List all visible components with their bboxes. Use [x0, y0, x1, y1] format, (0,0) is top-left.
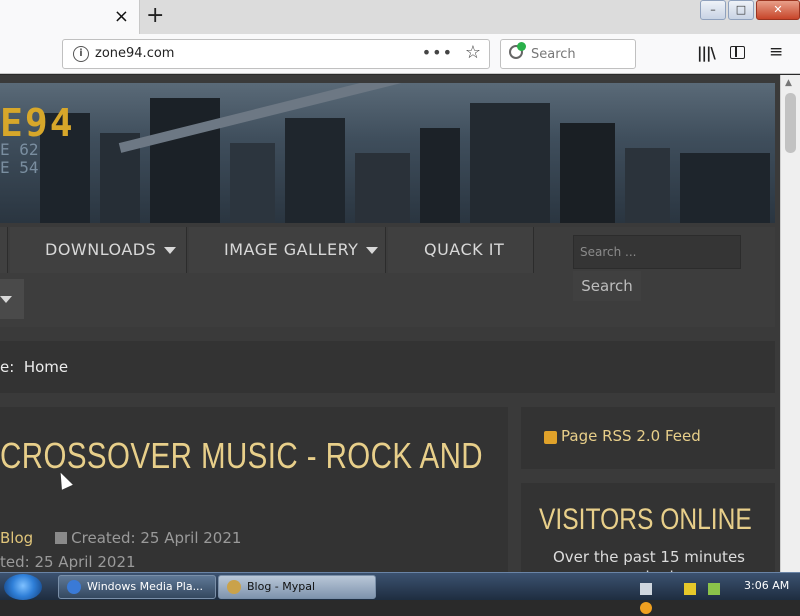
logo-sub-1: E 62: [0, 140, 39, 159]
nav-item-more[interactable]: [0, 279, 24, 319]
site-search-button[interactable]: Search: [573, 271, 641, 301]
site-nav: DOWNLOADS IMAGE GALLERY QUACK IT Search …: [0, 227, 775, 327]
url-bar[interactable]: i zone94.com ••• ☆: [62, 39, 490, 69]
page-actions-icon[interactable]: •••: [422, 43, 453, 62]
taskbar-item-browser[interactable]: Blog - Mypal: [218, 575, 376, 599]
breadcrumb-home[interactable]: Home: [24, 358, 68, 376]
nav-item-label: DOWNLOADS: [45, 240, 157, 259]
dropdown-caret-icon: [0, 296, 12, 303]
visitors-title: VISITORS ONLINE: [539, 503, 752, 536]
search-engine-icon: [509, 42, 526, 59]
browser-search-field[interactable]: Search: [500, 39, 636, 69]
search-tray-icon[interactable]: [640, 601, 652, 614]
nav-item-label: IMAGE GALLERY: [224, 240, 359, 259]
rss-feed-link[interactable]: Page RSS 2.0 Feed: [561, 427, 701, 445]
dropdown-caret-icon: [164, 247, 177, 254]
breadcrumb-prefix: e:: [0, 358, 15, 376]
windows-taskbar: Windows Media Pla... Blog - Mypal 3:06 A…: [0, 572, 800, 614]
browser-tab-active[interactable]: ×: [0, 0, 140, 34]
breadcrumb-text: e: Home: [0, 358, 68, 376]
logo-sub-2: E 54: [0, 158, 39, 177]
search-placeholder: Search: [531, 47, 576, 62]
nav-item-cut[interactable]: [0, 227, 8, 273]
article-created: Created: 25 April 2021: [71, 529, 242, 547]
site-search-input[interactable]: Search ...: [573, 235, 741, 269]
browser-app-icon: [227, 580, 241, 594]
url-text[interactable]: zone94.com: [95, 46, 174, 61]
site-search-placeholder: Search ...: [580, 245, 637, 259]
taskbar-clock[interactable]: 3:06 AM: [744, 579, 789, 592]
library-icon[interactable]: |||\: [697, 44, 716, 62]
taskbar-item-label: Blog - Mypal: [247, 580, 316, 593]
visitors-text: Over the past 15 minutes we had:: [553, 548, 745, 572]
network-icon[interactable]: [708, 582, 721, 595]
visitors-panel: VISITORS ONLINE Over the past 15 minutes…: [521, 483, 775, 572]
nav-item-downloads[interactable]: DOWNLOADS: [10, 227, 187, 273]
nav-item-image-gallery[interactable]: IMAGE GALLERY: [189, 227, 386, 273]
breadcrumb: e: Home: [0, 341, 775, 393]
page-scrollbar[interactable]: ▲: [780, 75, 800, 572]
calendar-icon: [55, 532, 68, 544]
article-meta: Blog Created: 25 April 2021: [0, 529, 241, 547]
web-page: E94 E 62 E 54 DOWNLOADS IMAGE GALLERY QU…: [0, 75, 780, 572]
start-button[interactable]: [4, 574, 42, 600]
article-panel: CROSSOVER MUSIC - ROCK AND Blog Created: …: [0, 407, 508, 572]
dropdown-caret-icon: [366, 247, 379, 254]
media-player-icon: [67, 580, 81, 594]
article-category-link[interactable]: Blog: [0, 529, 33, 547]
hamburger-menu-icon[interactable]: ≡: [769, 42, 783, 62]
tab-strip: × + – □ ✕: [0, 0, 800, 34]
keyboard-icon[interactable]: [640, 582, 652, 595]
nav-item-label: QUACK IT: [424, 240, 505, 259]
security-shield-icon[interactable]: [684, 582, 697, 595]
taskbar-item-label: Windows Media Pla...: [87, 580, 204, 593]
scroll-thumb[interactable]: [785, 93, 796, 153]
minimize-button[interactable]: –: [700, 0, 726, 20]
rss-panel: Page RSS 2.0 Feed: [521, 407, 775, 469]
window-controls: – □ ✕: [698, 0, 800, 20]
new-tab-button[interactable]: +: [146, 3, 164, 28]
nav-item-quack-it[interactable]: QUACK IT: [388, 227, 534, 273]
taskbar-item-media-player[interactable]: Windows Media Pla...: [58, 575, 216, 599]
maximize-button[interactable]: □: [728, 0, 754, 20]
bookmark-star-icon[interactable]: ☆: [465, 42, 481, 63]
site-banner: E94 E 62 E 54: [0, 83, 775, 223]
site-info-icon[interactable]: i: [73, 46, 89, 62]
browser-toolbar: i zone94.com ••• ☆ Search |||\ ≡: [0, 34, 800, 74]
article-title[interactable]: CROSSOVER MUSIC - ROCK AND: [0, 435, 483, 477]
site-logo[interactable]: E94: [0, 101, 75, 145]
system-tray: [640, 578, 750, 614]
article-updated: ted: 25 April 2021: [0, 553, 136, 571]
rss-icon: [544, 431, 557, 444]
scroll-up-arrow-icon[interactable]: ▲: [785, 78, 792, 88]
close-tab-icon[interactable]: ×: [114, 6, 129, 27]
close-window-button[interactable]: ✕: [756, 0, 800, 20]
sidebar-toggle-icon[interactable]: [730, 46, 745, 59]
